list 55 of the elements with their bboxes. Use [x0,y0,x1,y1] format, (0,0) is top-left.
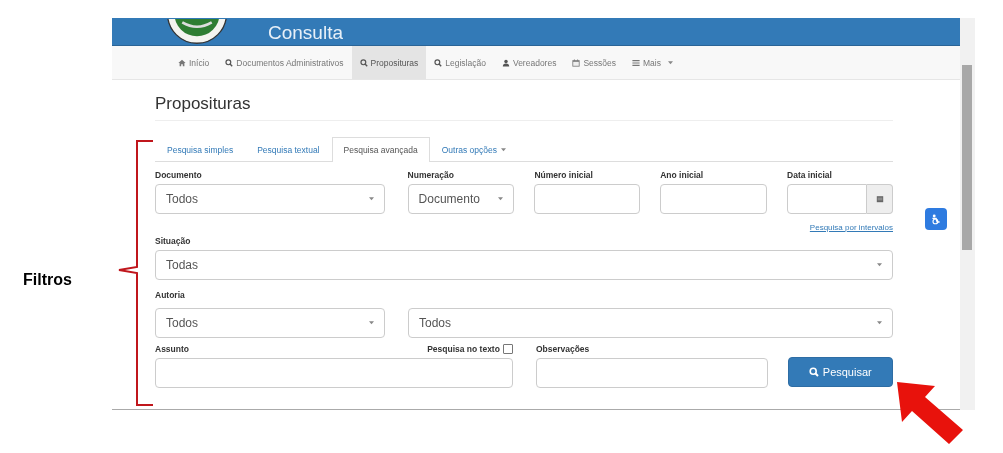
calendar-button[interactable] [867,184,893,214]
caret-icon [368,197,374,201]
calendar-icon [875,195,884,203]
field-label: Assunto [155,344,189,354]
search-icon [225,58,234,67]
field-label: Numeração [407,170,455,180]
search-icon [808,367,819,377]
input-field[interactable] [535,358,768,388]
field-label: Situação [155,236,192,246]
text-search-checkbox[interactable]: Pesquisa no texto [427,344,513,354]
site-title: Consulta [268,23,343,43]
search-icon [434,58,443,67]
date-field[interactable] [787,184,867,214]
caret-icon [369,321,374,325]
nav-item[interactable]: Mais [624,46,681,79]
nav-item[interactable]: Proposituras [351,46,427,79]
tab[interactable]: Pesquisa textual [245,137,332,161]
select-field[interactable]: Todos [155,308,385,338]
caret-icon [877,263,882,267]
interval-search-link[interactable]: Pesquisa por intervalos [809,223,893,232]
caret-icon [498,197,504,201]
search-icon [359,58,368,67]
tab[interactable]: Pesquisa avançada [331,137,430,162]
nav-item[interactable]: Início [170,46,218,79]
select-field[interactable]: Todas [155,250,893,280]
field-label: Observações [535,344,591,354]
field-label: Data inicial [787,170,833,180]
nav-item[interactable]: Legislação [426,46,494,79]
tab[interactable]: Outras opções [429,137,518,161]
calendar-icon [572,58,581,67]
menu-icon [632,58,641,67]
field-label: Documento [155,170,203,180]
user-icon [501,58,510,67]
input-field[interactable] [155,358,513,388]
tab[interactable]: Pesquisa simples [155,137,246,161]
page-title: Proposituras [155,80,893,121]
scrollbar[interactable] [960,18,975,410]
accessibility-button[interactable] [925,208,947,230]
nav-item[interactable]: Vereadores [493,46,565,79]
caret-icon [877,321,882,325]
select-field[interactable]: Todos [408,308,893,338]
select-field[interactable]: Documento [407,184,515,214]
field-label: Ano inicial [660,170,705,180]
select-field[interactable]: Todos [155,184,385,214]
nav-item[interactable]: Sessões [564,46,625,79]
home-icon [178,58,186,67]
search-button[interactable]: Pesquisar [787,357,893,387]
nav-item[interactable]: Documentos Administrativos [217,46,352,79]
annotation-label: Filtros [23,271,72,289]
field-label: Autoria [155,290,186,300]
arrow-icon [895,380,965,446]
field-label: Número inicial [534,170,594,180]
input-field[interactable] [534,184,641,214]
accessibility-icon [930,213,942,225]
input-field[interactable] [660,184,767,214]
